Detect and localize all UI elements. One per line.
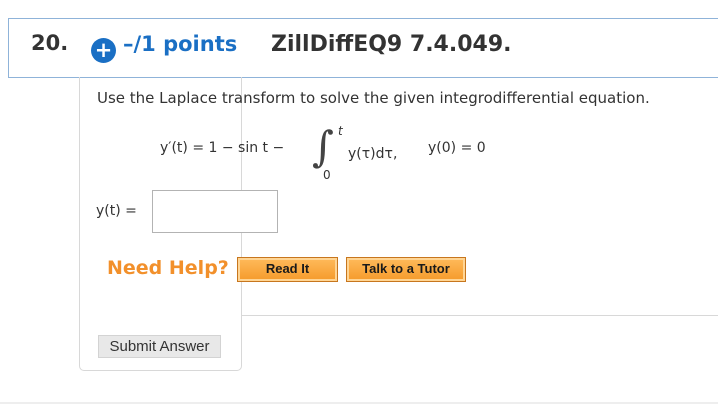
equation: y′(t) = 1 − sin t − ∫ t 0 y(τ)dτ, y(0) =…: [160, 122, 560, 184]
question-page: 20. + –/1 points ZillDiffEQ9 7.4.049. Us…: [0, 0, 718, 404]
points-label: –/1 points: [123, 32, 238, 56]
integral-upper-limit: t: [338, 124, 343, 138]
problem-id: ZillDiffEQ9 7.4.049.: [271, 32, 512, 57]
answer-input[interactable]: [152, 190, 278, 233]
plus-circle-icon[interactable]: +: [91, 38, 116, 63]
question-number: 20.: [31, 31, 69, 55]
integral-lower-limit: 0: [323, 168, 331, 182]
talk-to-tutor-button[interactable]: Talk to a Tutor: [346, 257, 466, 282]
integral-sign: ∫: [312, 122, 334, 171]
integrand: y(τ)dτ,: [348, 146, 398, 162]
initial-condition: y(0) = 0: [428, 140, 486, 156]
need-help-label: Need Help?: [107, 257, 229, 279]
answer-label: y(t) =: [96, 203, 137, 219]
submit-answer-button[interactable]: Submit Answer: [98, 335, 221, 358]
read-it-button[interactable]: Read It: [237, 257, 338, 282]
question-header: 20. + –/1 points ZillDiffEQ9 7.4.049.: [8, 18, 718, 78]
equation-lhs: y′(t) = 1 − sin t −: [160, 140, 285, 156]
content-divider: [242, 315, 718, 316]
problem-instruction: Use the Laplace transform to solve the g…: [97, 89, 650, 107]
